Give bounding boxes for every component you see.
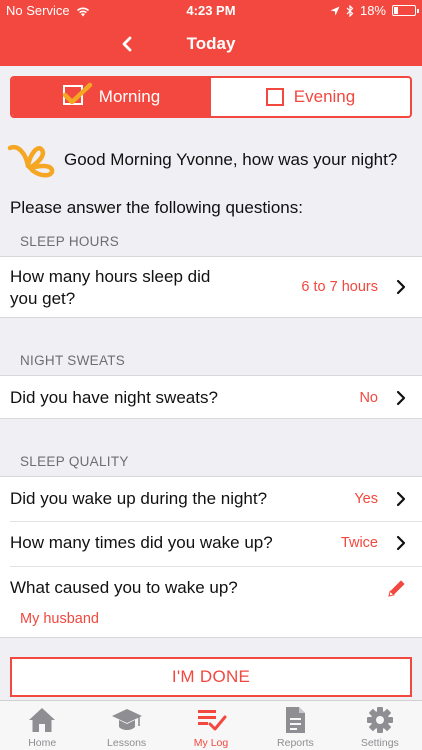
night-sweats-group: Did you have night sweats? No: [0, 375, 422, 419]
section-header-sleep-quality: SLEEP QUALITY: [20, 454, 129, 469]
question-row-woke-up[interactable]: Did you wake up during the night? Yes: [0, 477, 422, 521]
butterfly-logo-icon: [7, 144, 55, 178]
question-label: Did you wake up during the night?: [10, 489, 268, 508]
segment-morning[interactable]: Morning: [12, 78, 211, 116]
question-row-night-sweats[interactable]: Did you have night sweats? No: [0, 376, 422, 420]
status-right: 18%: [330, 3, 419, 18]
time-of-day-segmented-control: Morning Evening: [10, 76, 412, 118]
sleep-hours-group: How many hours sleep did you get? 6 to 7…: [0, 256, 422, 318]
answer-value: Yes: [354, 491, 378, 507]
pencil-icon[interactable]: [386, 577, 408, 599]
segment-evening[interactable]: Evening: [211, 78, 410, 116]
greeting: Good Morning Yvonne, how was your night?: [6, 140, 416, 180]
segment-morning-label: Morning: [98, 87, 161, 106]
chevron-right-icon: [396, 279, 406, 295]
graduation-cap-icon: [111, 709, 142, 730]
home-icon: [29, 708, 56, 732]
tab-my-log[interactable]: My Log: [169, 701, 253, 750]
bluetooth-icon: [346, 4, 354, 17]
question-row-wake-cause[interactable]: What caused you to wake up? My husband: [0, 567, 422, 639]
question-row-sleep-hours[interactable]: How many hours sleep did you get? 6 to 7…: [0, 257, 422, 319]
answer-text: My husband: [20, 611, 99, 627]
tab-bar: Home Lessons My Log Reports Settings: [0, 700, 422, 750]
answer-value: No: [359, 390, 378, 406]
question-label: Did you have night sweats?: [10, 388, 218, 407]
sleep-quality-group: Did you wake up during the night? Yes Ho…: [0, 476, 422, 638]
answer-value: 6 to 7 hours: [301, 279, 378, 295]
document-icon: [286, 707, 306, 733]
check-icon: [62, 82, 93, 109]
question-label: How many times did you wake up?: [10, 533, 273, 552]
question-label-line-1: How many hours sleep did: [10, 267, 211, 286]
tab-home-label: Home: [28, 737, 57, 749]
tab-reports[interactable]: Reports: [253, 701, 337, 750]
nav-bar: Today: [0, 22, 422, 66]
chevron-right-icon: [396, 491, 406, 507]
question-row-wake-count[interactable]: How many times did you wake up? Twice: [0, 522, 422, 566]
answer-value: Twice: [340, 535, 378, 551]
tab-settings[interactable]: Settings: [338, 701, 422, 750]
done-button[interactable]: I'M DONE: [10, 657, 412, 697]
tab-lessons-label: Lessons: [107, 737, 147, 749]
section-header-night-sweats: NIGHT SWEATS: [20, 353, 126, 368]
gear-icon: [366, 707, 393, 733]
battery-percent: 18%: [359, 3, 386, 18]
tab-lessons[interactable]: Lessons: [84, 701, 168, 750]
tab-my-log-label: My Log: [193, 737, 229, 749]
tab-reports-label: Reports: [277, 737, 314, 749]
tab-settings-label: Settings: [360, 737, 399, 749]
greeting-text: Good Morning Yvonne, how was your night?: [64, 150, 398, 169]
chevron-right-icon: [396, 390, 406, 406]
instructions-text: Please answer the following questions:: [10, 198, 303, 217]
header: No Service 4:23 PM 18% Today: [0, 0, 422, 66]
question-label-line-2: you get?: [10, 289, 76, 308]
checklist-icon: [198, 710, 227, 731]
question-label: What caused you to wake up?: [10, 578, 238, 597]
page-title: Today: [186, 34, 236, 53]
chevron-right-icon: [396, 535, 406, 551]
section-header-sleep-hours: SLEEP HOURS: [20, 234, 120, 249]
segment-evening-label: Evening: [293, 87, 356, 106]
empty-checkbox-icon: [265, 88, 284, 106]
question-label: How many hours sleep did you get?: [10, 266, 210, 310]
status-bar: No Service 4:23 PM 18%: [0, 0, 422, 22]
location-arrow-icon: [330, 6, 340, 15]
tab-home[interactable]: Home: [0, 701, 84, 750]
battery-icon: [392, 5, 419, 16]
